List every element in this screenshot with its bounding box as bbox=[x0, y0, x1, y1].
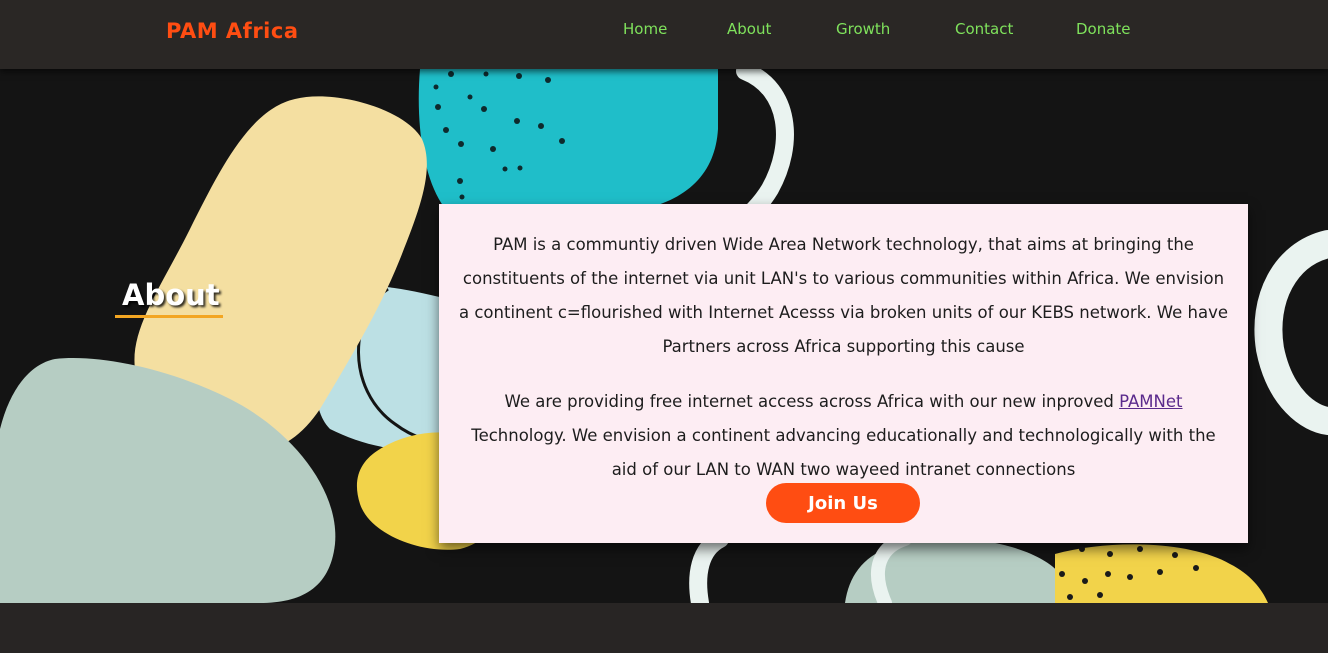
nav-link-home[interactable]: Home bbox=[623, 20, 667, 38]
heading-underline bbox=[115, 315, 223, 318]
about-paragraph-2: We are providing free internet access ac… bbox=[457, 385, 1230, 487]
join-us-button[interactable]: Join Us bbox=[766, 483, 920, 523]
pamnet-link[interactable]: PAMNet bbox=[1119, 392, 1182, 411]
about-paragraph-2-start: We are providing free internet access ac… bbox=[504, 392, 1120, 411]
brand-logo[interactable]: PAM Africa bbox=[166, 19, 299, 43]
footer-band bbox=[0, 603, 1328, 653]
nav-link-about[interactable]: About bbox=[727, 20, 771, 38]
about-heading: About bbox=[122, 278, 220, 312]
nav-link-growth[interactable]: Growth bbox=[836, 20, 890, 38]
about-paragraph-2-end: Technology. We envision a continent adva… bbox=[471, 426, 1216, 479]
about-card: PAM is a communtiy driven Wide Area Netw… bbox=[439, 204, 1248, 543]
navbar: PAM Africa Home About Growth Contact Don… bbox=[0, 0, 1328, 69]
nav-link-donate[interactable]: Donate bbox=[1076, 20, 1131, 38]
about-paragraph-1: PAM is a communtiy driven Wide Area Netw… bbox=[459, 235, 1228, 356]
nav-link-contact[interactable]: Contact bbox=[955, 20, 1013, 38]
